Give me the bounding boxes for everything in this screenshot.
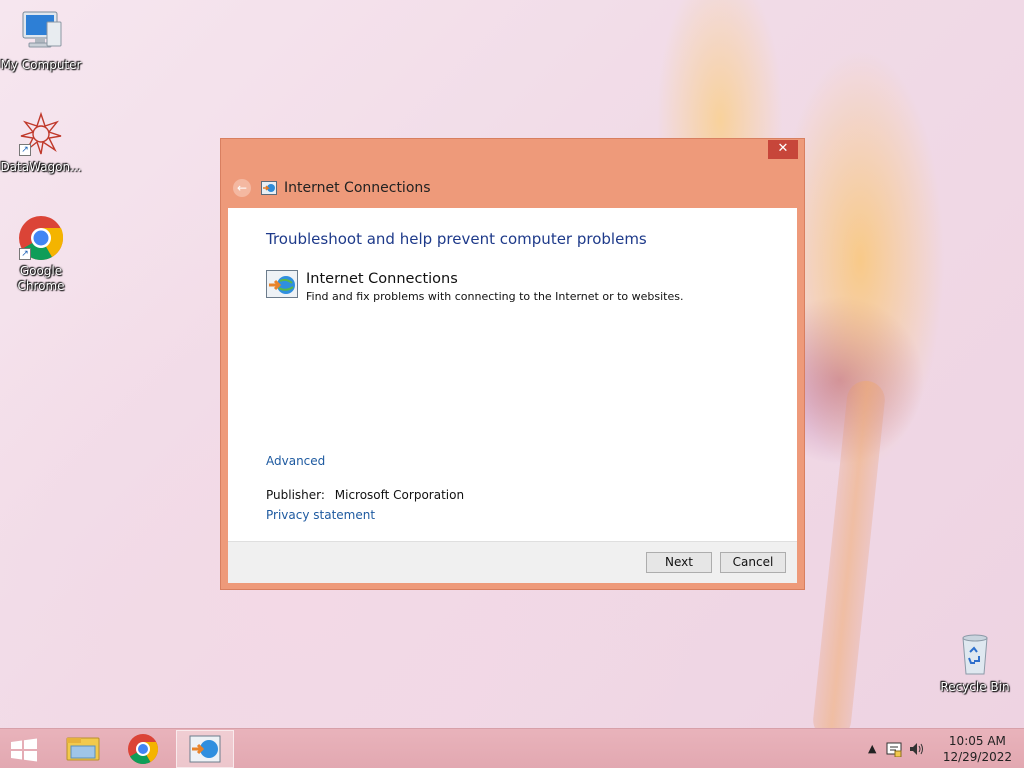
clock-time: 10:05 AM (948, 734, 1006, 748)
clock[interactable]: 10:05 AM 12/29/2022 (943, 733, 1012, 765)
desktop-icon-datawagon[interactable]: ↗ DataWagon... (0, 110, 82, 175)
desktop-icon-label: DataWagon... (0, 160, 82, 174)
page-heading: Troubleshoot and help prevent computer p… (266, 230, 647, 248)
desktop: My Computer ↗ DataWagon... ↗ Google Chro… (0, 0, 1024, 728)
system-tray: ▲ 10:05 AM 12/29/2022 (864, 729, 1024, 768)
back-arrow-icon[interactable]: ← (233, 179, 251, 197)
desktop-icon-label: My Computer (0, 58, 82, 72)
desktop-icon-google-chrome[interactable]: ↗ Google Chrome (0, 214, 82, 294)
next-button[interactable]: Next (646, 552, 712, 573)
title-bar: ← Internet Connections (233, 177, 431, 199)
datawagon-icon: ↗ (17, 110, 65, 158)
publisher-label: Publisher: (266, 488, 325, 502)
publisher-info: Publisher: Microsoft Corporation (266, 488, 464, 502)
wallpaper-stem (811, 379, 887, 728)
internet-connections-icon (266, 270, 298, 298)
action-center-icon[interactable] (886, 741, 902, 757)
privacy-statement-link[interactable]: Privacy statement (266, 508, 375, 522)
troubleshooter-window: ✕ ← Internet Connections Troubleshoot an… (220, 138, 805, 590)
desktop-icon-my-computer[interactable]: My Computer (0, 8, 82, 73)
shortcut-arrow-icon: ↗ (19, 248, 31, 260)
taskbar: ▲ 10:05 AM 12/29/2022 (0, 728, 1024, 768)
chrome-icon (128, 734, 158, 765)
taskbar-file-explorer[interactable] (54, 730, 112, 768)
troubleshooter-icon (261, 181, 277, 195)
clock-date: 12/29/2022 (942, 750, 1012, 764)
shortcut-arrow-icon: ↗ (19, 144, 31, 156)
window-title: Internet Connections (284, 180, 431, 196)
recycle-bin-icon (951, 630, 999, 678)
close-button[interactable]: ✕ (768, 140, 798, 159)
desktop-icon-recycle-bin[interactable]: Recycle Bin (934, 630, 1016, 695)
item-description: Find and fix problems with connecting to… (306, 290, 684, 303)
desktop-icon-label: Google Chrome (17, 264, 65, 293)
window-content: Troubleshoot and help prevent computer p… (228, 208, 797, 583)
advanced-link[interactable]: Advanced (266, 454, 325, 468)
troubleshooter-item[interactable]: Internet Connections Find and fix proble… (266, 270, 684, 304)
troubleshooter-icon (189, 735, 221, 763)
file-explorer-icon (66, 737, 100, 761)
start-icon[interactable] (10, 738, 38, 762)
volume-icon[interactable] (908, 741, 924, 757)
item-title: Internet Connections (306, 271, 458, 287)
cancel-button[interactable]: Cancel (720, 552, 786, 573)
computer-icon (17, 8, 65, 56)
chrome-icon: ↗ (17, 214, 65, 262)
button-bar: Next Cancel (228, 541, 797, 583)
publisher-value: Microsoft Corporation (334, 488, 465, 502)
show-hidden-icons-icon[interactable]: ▲ (868, 742, 876, 755)
taskbar-troubleshooter[interactable] (176, 730, 234, 768)
desktop-icon-label: Recycle Bin (940, 680, 1010, 694)
taskbar-chrome[interactable] (114, 730, 172, 768)
